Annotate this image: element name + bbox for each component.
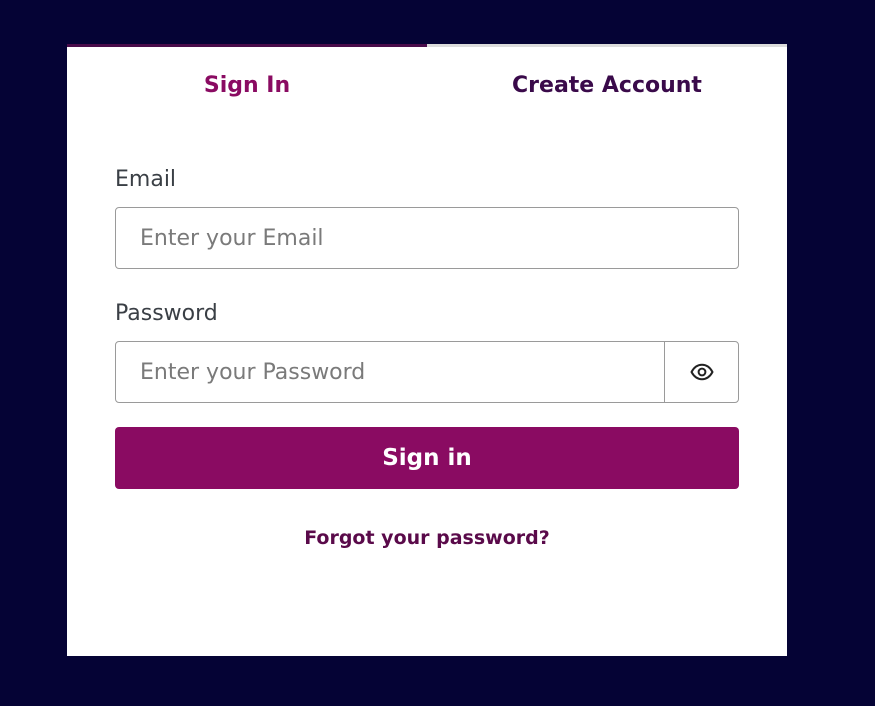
tab-create-account-label: Create Account xyxy=(512,73,702,98)
password-label: Password xyxy=(115,301,218,326)
email-label: Email xyxy=(115,167,177,192)
eye-icon xyxy=(690,363,713,381)
password-field[interactable] xyxy=(115,341,665,403)
tab-sign-in-label: Sign In xyxy=(203,73,291,98)
forgot-password-link[interactable]: Forgot your password? xyxy=(115,527,739,549)
auth-tabs: Sign In Create Account xyxy=(67,44,787,124)
password-group: Password xyxy=(115,301,739,403)
auth-card: Sign In Create Account Email Password xyxy=(67,44,787,656)
sign-in-form: Email Password Sign in Forgot your passw… xyxy=(115,167,739,549)
email-field[interactable] xyxy=(115,207,739,269)
tab-create-account[interactable]: Create Account xyxy=(427,44,787,124)
tab-sign-in[interactable]: Sign In xyxy=(67,44,427,124)
show-password-button[interactable] xyxy=(664,341,739,403)
email-group: Email xyxy=(115,167,739,269)
sign-in-button[interactable]: Sign in xyxy=(115,427,739,489)
password-row xyxy=(115,341,739,403)
